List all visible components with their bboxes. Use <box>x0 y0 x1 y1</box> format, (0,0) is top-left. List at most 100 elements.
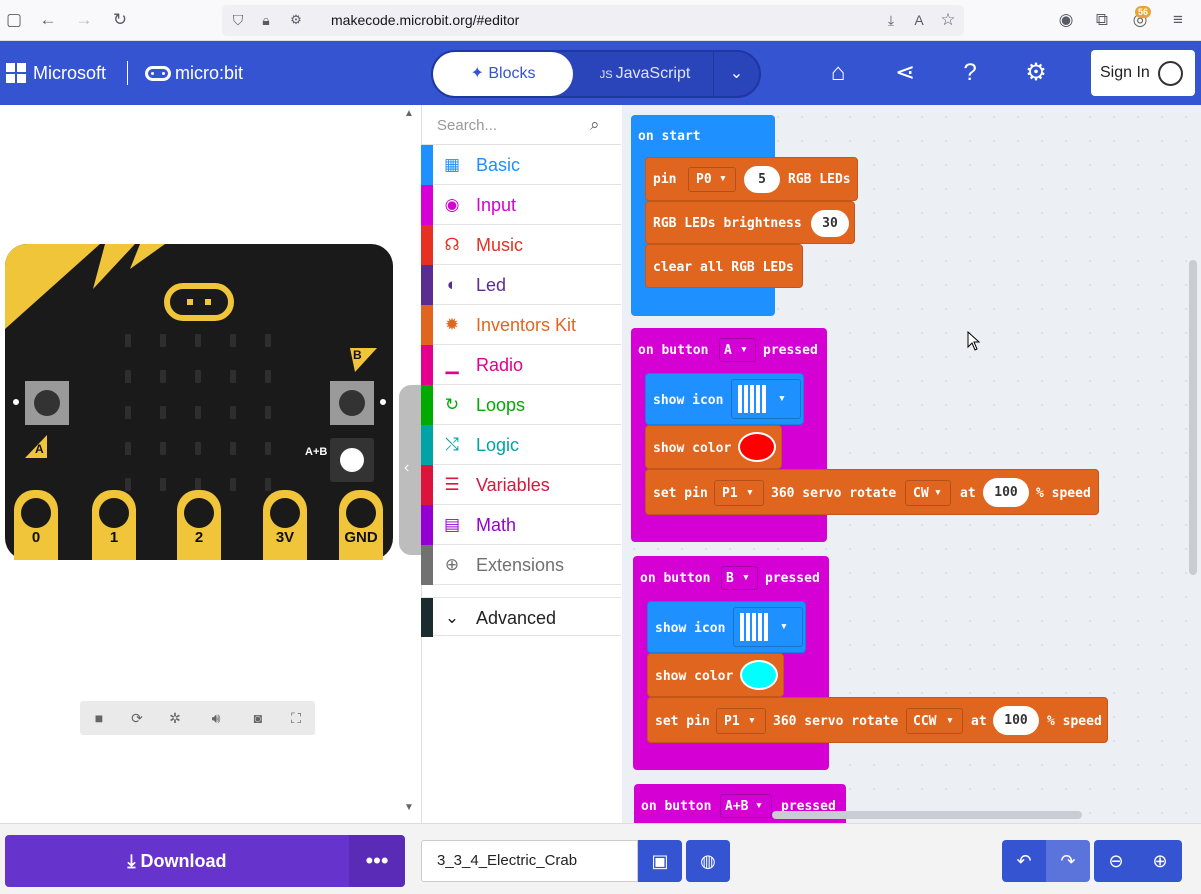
share-icon[interactable]: ⋖ <box>890 58 920 88</box>
toolbox-search-input[interactable]: Search... <box>437 117 497 134</box>
button-b-dropdown[interactable]: B ▾ <box>721 566 758 590</box>
direction-cw-dropdown[interactable]: CW ▾ <box>905 480 951 506</box>
category-loops[interactable]: ↻ Loops <box>421 385 621 425</box>
more-options-icon[interactable]: ••• <box>349 835 405 887</box>
category-led[interactable]: ◐ Led <box>421 265 621 305</box>
rgb-brightness-block[interactable]: RGB LEDs brightness 30 <box>645 201 855 244</box>
workspace-horizontal-scrollbar[interactable] <box>772 811 1082 819</box>
download-label: Download <box>140 851 227 871</box>
pin-2[interactable]: 2 <box>177 490 221 560</box>
microbit-logo-icon[interactable] <box>145 66 171 81</box>
button-b[interactable] <box>330 381 374 425</box>
home-icon[interactable]: ⌂ <box>823 58 853 88</box>
download-button[interactable]: ⤓ Download <box>5 835 349 887</box>
stop-icon[interactable]: ■ <box>89 709 109 727</box>
category-basic[interactable]: ▦ Basic <box>421 145 621 185</box>
lock-icon[interactable]: 🔒︎ <box>256 10 276 30</box>
search-icon[interactable]: ⌕ <box>590 115 600 135</box>
icon-picker-a[interactable]: ▾ <box>731 379 801 419</box>
button-a[interactable] <box>25 381 69 425</box>
clear-rgb-leds-block[interactable]: clear all RGB LEDs <box>645 244 803 288</box>
permissions-icon[interactable]: ⚙ <box>286 10 306 30</box>
button-ab[interactable] <box>330 438 374 482</box>
help-icon[interactable]: ? <box>955 58 985 88</box>
pin-p0-dropdown[interactable]: P0 ▾ <box>688 167 736 192</box>
pin-1[interactable]: 1 <box>92 490 136 560</box>
workspace-vertical-scrollbar[interactable] <box>1189 260 1197 575</box>
category-variables[interactable]: ☰ Variables <box>421 465 621 505</box>
download-page-icon[interactable]: ⤓ <box>881 10 901 30</box>
pin-0[interactable]: 0 <box>14 490 58 560</box>
button-ab-dropdown[interactable]: A+B ▾ <box>720 794 772 818</box>
icon-picker-b[interactable]: ▾ <box>733 607 803 647</box>
category-label: Led <box>476 275 507 295</box>
chevron-down-icon[interactable]: ⌄ <box>713 52 759 96</box>
category-input[interactable]: ◉ Input <box>421 185 621 225</box>
led-pixel <box>195 442 201 455</box>
microsoft-logo-icon[interactable] <box>6 63 26 83</box>
debug-bug-icon[interactable]: ✲ <box>165 709 185 727</box>
restart-icon[interactable]: ⟳ <box>127 709 147 727</box>
back-icon[interactable]: ← <box>38 10 58 30</box>
button-ab-label: A+B <box>305 446 328 458</box>
account-icon[interactable]: ◉ <box>1056 10 1076 30</box>
speed-input-a[interactable]: 100 <box>983 478 1029 507</box>
pin-rgb-leds-block[interactable]: pin P0 ▾ 5 RGB LEDs <box>645 157 858 201</box>
save-disk-icon[interactable]: ▣ <box>638 840 682 882</box>
forward-icon[interactable]: → <box>74 10 94 30</box>
category-advanced[interactable]: ⌄ Advanced <box>421 597 621 637</box>
show-color-label: show color <box>653 441 732 456</box>
pin-p1-dropdown[interactable]: P1 ▾ <box>716 708 766 734</box>
zoom-in-icon[interactable]: ⊕ <box>1138 840 1182 882</box>
scroll-down-icon[interactable]: ▼ <box>404 802 414 813</box>
product-name[interactable]: micro:bit <box>175 63 243 83</box>
pin-p1-dropdown[interactable]: P1 ▾ <box>714 480 764 506</box>
category-extensions[interactable]: ⊕ Extensions <box>421 545 621 585</box>
redo-icon[interactable]: ↷ <box>1046 840 1090 882</box>
zoom-out-icon[interactable]: ⊖ <box>1094 840 1138 882</box>
screenshot-camera-icon[interactable]: ◙ <box>248 709 268 727</box>
collapse-simulator-handle[interactable]: ‹ <box>399 385 421 555</box>
direction-ccw-dropdown[interactable]: CCW ▾ <box>906 708 963 734</box>
category-math[interactable]: ▤ Math <box>421 505 621 545</box>
plus-icon: ⊕ <box>444 555 460 574</box>
blocks-workspace[interactable]: on start pin P0 ▾ 5 RGB LEDs RGB LEDs bri… <box>622 105 1201 823</box>
pin-gnd[interactable]: GND <box>339 490 383 560</box>
tab-blocks[interactable]: ✦ Blocks <box>433 52 573 96</box>
reload-icon[interactable]: ↻ <box>110 10 130 30</box>
servo-rotate-block-b[interactable]: set pin P1 ▾ 360 servo rotate CCW ▾ at 100… <box>647 697 1108 743</box>
fullscreen-icon[interactable]: ⛶ <box>286 709 306 727</box>
show-icon-block-a[interactable]: show icon ▾ <box>645 373 804 425</box>
user-avatar-icon[interactable] <box>1158 61 1183 86</box>
settings-gear-icon[interactable]: ⚙ <box>1021 58 1051 88</box>
microsoft-brand[interactable]: Microsoft <box>33 63 106 83</box>
category-music[interactable]: ☊ Music <box>421 225 621 265</box>
brightness-input[interactable]: 30 <box>811 210 849 237</box>
scroll-up-icon[interactable]: ▲ <box>404 108 414 119</box>
translate-icon[interactable]: A <box>909 10 929 30</box>
category-inventors-kit[interactable]: ✹ Inventors Kit <box>421 305 621 345</box>
category-radio[interactable]: ▁ Radio <box>421 345 621 385</box>
button-a-dropdown[interactable]: A ▾ <box>719 338 756 362</box>
tab-overview-icon[interactable]: ▢ <box>4 10 24 30</box>
show-color-block-b[interactable]: show color <box>647 653 784 697</box>
tab-javascript[interactable]: JS JavaScript <box>580 52 710 96</box>
led-count-input[interactable]: 5 <box>744 166 780 193</box>
github-icon[interactable]: ◍ <box>686 840 730 882</box>
project-name-input[interactable]: 3_3_4_Electric_Crab <box>421 840 638 882</box>
show-icon-block-b[interactable]: show icon ▾ <box>647 601 806 653</box>
mute-speaker-icon[interactable]: 🔊︎ <box>206 709 226 727</box>
speed-input-b[interactable]: 100 <box>993 706 1039 735</box>
category-logic[interactable]: ⤭ Logic <box>421 425 621 465</box>
pin-3v[interactable]: 3V <box>263 490 307 560</box>
extensions-icon[interactable]: ⧉ <box>1092 10 1112 30</box>
bookmark-star-icon[interactable]: ☆ <box>938 10 958 30</box>
color-swatch-red[interactable] <box>738 432 776 462</box>
servo-rotate-block-a[interactable]: set pin P1 ▾ 360 servo rotate CW ▾ at 100 … <box>645 469 1099 515</box>
show-color-block-a[interactable]: show color <box>645 425 782 469</box>
menu-icon[interactable]: ≡ <box>1168 10 1188 30</box>
url-text[interactable]: makecode.microbit.org/#editor <box>331 12 519 28</box>
shield-icon[interactable]: ⛉ <box>228 10 248 30</box>
color-swatch-cyan[interactable] <box>740 660 778 690</box>
undo-icon[interactable]: ↶ <box>1002 840 1046 882</box>
